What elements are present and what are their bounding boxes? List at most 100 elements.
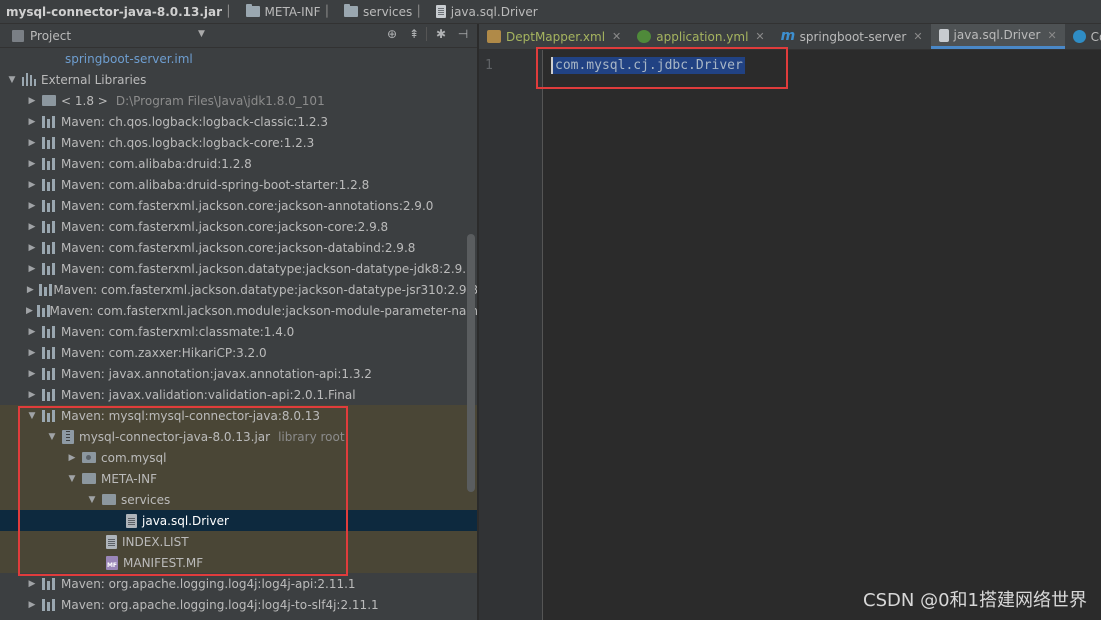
tree-item-meta-inf[interactable]: ▼ META-INF [0,468,477,489]
expand-arrow-icon[interactable]: ▼ [26,411,38,421]
expand-arrow-icon[interactable]: ▶ [26,390,38,400]
tree-item-maven-library[interactable]: ▶ Maven: com.alibaba:druid:1.2.8 [0,153,477,174]
expand-arrow-icon[interactable]: ▶ [66,453,78,463]
tree-item-maven-library[interactable]: ▶ Maven: javax.annotation:javax.annotatio… [0,363,477,384]
expand-arrow-icon[interactable]: ▶ [26,180,38,190]
tree-item-label: Maven: ch.qos.logback:logback-classic:1.… [61,114,328,129]
tree-item-maven-library[interactable]: ▶ Maven: org.apache.logging.log4j:log4j-a… [0,573,477,594]
project-tree: springboot-server.iml ▼ External Librari… [0,48,477,615]
gear-icon[interactable]: ✱ [433,27,449,41]
tab-application-yml[interactable]: application.yml ✕ [629,24,772,49]
folder-icon [344,4,359,17]
tree-item-label: Maven: org.apache.logging.log4j:log4j-ap… [61,576,356,591]
project-view-selector[interactable]: Project [30,29,71,43]
folder-icon [245,4,260,17]
tree-item-label: Maven: javax.annotation:javax.annotation… [61,366,372,381]
library-icon [42,325,57,338]
tree-item-maven-library[interactable]: ▶ Maven: ch.qos.logback:logback-classic:1… [0,111,477,132]
tree-item-maven-library[interactable]: ▶ Maven: com.alibaba:druid-spring-boot-st… [0,174,477,195]
chevron-down-icon[interactable]: ▼ [198,29,205,39]
breadcrumb-jar[interactable]: mysql-connector-java-8.0.13.jar ▏ [6,5,242,19]
expand-arrow-icon[interactable]: ▶ [26,243,38,253]
tree-item-index-list[interactable]: INDEX.LIST [0,531,477,552]
expand-arrow-icon[interactable]: ▶ [26,201,38,211]
code-line[interactable]: com.mysql.cj.jdbc.Driver [551,57,745,74]
close-icon[interactable]: ✕ [913,30,922,43]
tree-item-java-sql-driver[interactable]: java.sql.Driver [0,510,477,531]
library-icon [42,346,57,359]
tree-item-maven-library[interactable]: ▶ Maven: com.fasterxml.jackson.datatype:j… [0,279,477,300]
breadcrumb-meta-inf[interactable]: META-INF ▏ [245,4,341,19]
tree-item-label: Maven: com.fasterxml.jackson.core:jackso… [61,219,389,234]
vertical-scrollbar[interactable] [467,234,475,492]
tree-item-mysql-library[interactable]: ▼ Maven: mysql:mysql-connector-java:8.0.… [0,405,477,426]
tab-deptmapper-xml[interactable]: DeptMapper.xml ✕ [479,24,629,49]
close-icon[interactable]: ✕ [755,30,764,43]
tab-java-sql-driver[interactable]: java.sql.Driver ✕ [930,24,1065,49]
code-editor[interactable]: 1 com.mysql.cj.jdbc.Driver [479,50,1101,620]
expand-arrow-icon[interactable]: ▶ [26,348,38,358]
tree-item-external-libraries[interactable]: ▼ External Libraries [0,69,477,90]
expand-arrow-icon[interactable]: ▶ [26,600,38,610]
tab-con[interactable]: Con [1065,24,1101,49]
library-icon [38,283,52,296]
tree-item-label: Maven: com.fasterxml.jackson.datatype:ja… [61,261,474,276]
library-icon [42,367,57,380]
expand-arrow-icon[interactable]: ▼ [66,474,78,484]
expand-arrow-icon[interactable]: ▶ [26,285,35,295]
breadcrumb-meta-inf-label: META-INF [264,4,321,19]
expand-arrow-icon[interactable]: ▶ [26,138,38,148]
tree-item-maven-library[interactable]: ▶ Maven: com.fasterxml.jackson.module:jac… [0,300,477,321]
tree-item-manifest[interactable]: MF MANIFEST.MF [0,552,477,573]
collapse-icon[interactable]: ⇞ [406,27,422,41]
breadcrumb-services-label: services [363,4,413,19]
tree-item-maven-library[interactable]: ▶ Maven: com.fasterxml.jackson.datatype:j… [0,258,477,279]
expand-arrow-icon[interactable]: ▼ [6,75,18,85]
expand-arrow-icon[interactable]: ▶ [26,222,38,232]
tree-item-maven-library[interactable]: ▶ Maven: org.apache.logging.log4j:log4j-t… [0,594,477,615]
tree-item-mysql-jar[interactable]: ▼ mysql-connector-java-8.0.13.jar librar… [0,426,477,447]
tree-item-maven-library[interactable]: ▶ Maven: com.zaxxer:HikariCP:3.2.0 [0,342,477,363]
tree-item-maven-library[interactable]: ▶ Maven: com.fasterxml:classmate:1.4.0 [0,321,477,342]
tree-item-maven-library[interactable]: ▶ Maven: ch.qos.logback:logback-core:1.2.… [0,132,477,153]
close-icon[interactable]: ✕ [612,30,621,43]
expand-arrow-icon[interactable]: ▼ [86,495,98,505]
expand-arrow-icon[interactable]: ▶ [26,159,38,169]
hide-icon[interactable]: ⊣ [455,27,471,41]
tree-item-maven-library[interactable]: ▶ Maven: com.fasterxml.jackson.core:jacks… [0,195,477,216]
tree-item-label: Maven: org.apache.logging.log4j:log4j-to… [61,597,379,612]
library-icon [42,220,57,233]
target-icon[interactable]: ⊕ [384,27,400,41]
tree-item-jdk[interactable]: ▶ < 1.8 > D:\Program Files\Java\jdk1.8.0… [0,90,477,111]
project-panel: Project ▼ ⊕ ⇞ ✱ ⊣ springboot-server.iml … [0,24,478,620]
library-icon [42,409,57,422]
tree-item-label: Maven: mysql:mysql-connector-java:8.0.13 [61,408,321,423]
tree-item-label: MANIFEST.MF [123,555,204,570]
tree-item-maven-library[interactable]: ▶ Maven: com.fasterxml.jackson.core:jacks… [0,216,477,237]
tree-item-iml[interactable]: springboot-server.iml [0,48,477,69]
breadcrumb-services[interactable]: services ▏ [344,4,432,19]
library-icon [42,598,57,611]
expand-arrow-icon[interactable]: ▶ [26,117,38,127]
tree-item-com-mysql[interactable]: ▶ com.mysql [0,447,477,468]
file-icon [435,5,446,18]
expand-arrow-icon[interactable]: ▶ [26,369,38,379]
tree-item-maven-library[interactable]: ▶ Maven: javax.validation:validation-api:… [0,384,477,405]
close-icon[interactable]: ✕ [1047,29,1056,42]
expand-arrow-icon[interactable]: ▶ [26,264,38,274]
expand-arrow-icon[interactable]: ▶ [26,96,38,106]
library-bars-icon [22,73,37,86]
breadcrumb-driver[interactable]: java.sql.Driver [435,5,538,19]
expand-arrow-icon[interactable]: ▶ [26,306,33,316]
file-icon [126,513,137,528]
tab-springboot-server[interactable]: m springboot-server ✕ [773,24,931,49]
tree-item-services[interactable]: ▼ services [0,489,477,510]
manifest-file-icon: MF [106,555,118,570]
expand-arrow-icon[interactable]: ▼ [46,432,58,442]
tree-item-maven-library[interactable]: ▶ Maven: com.fasterxml.jackson.core:jacks… [0,237,477,258]
expand-arrow-icon[interactable]: ▶ [26,579,38,589]
expand-arrow-icon[interactable]: ▶ [26,327,38,337]
project-toolbar: ⊕ ⇞ ✱ ⊣ [378,27,471,41]
maven-library-list: ▶ Maven: ch.qos.logback:logback-classic:1… [0,111,477,405]
tree-item-label: Maven: javax.validation:validation-api:2… [61,387,356,402]
